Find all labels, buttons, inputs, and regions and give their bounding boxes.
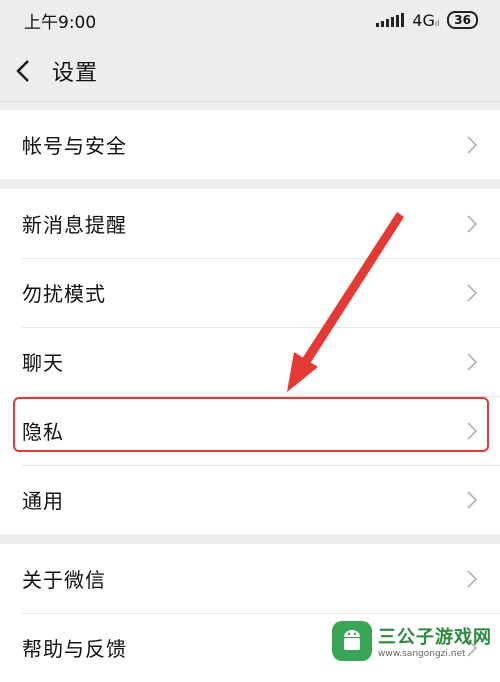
chevron-right-icon (467, 214, 478, 233)
settings-item-chat[interactable]: 聊天 (0, 327, 500, 396)
network-label: 4G (412, 10, 435, 30)
settings-item-label: 聊天 (22, 351, 64, 375)
group-divider (0, 534, 500, 544)
settings-item-label: 通用 (22, 489, 64, 513)
signal-icon (376, 13, 405, 27)
chevron-right-icon (467, 135, 478, 154)
watermark-name: 三公子游戏网 (378, 627, 492, 648)
status-bar: 上午9:00 4Gıl 36 (0, 0, 500, 40)
settings-group-main: 新消息提醒 勿扰模式 聊天 隐私 通用 (0, 189, 500, 534)
android-logo-icon (332, 621, 372, 661)
settings-item-new-message[interactable]: 新消息提醒 (0, 189, 500, 258)
settings-item-label: 关于微信 (22, 568, 106, 592)
chevron-right-icon (467, 490, 478, 509)
watermark: 三公子游戏网 www.sangongzi.net (332, 621, 492, 661)
settings-item-do-not-disturb[interactable]: 勿扰模式 (0, 258, 500, 327)
settings-item-label: 帐号与安全 (22, 134, 127, 158)
settings-item-label: 新消息提醒 (22, 213, 127, 237)
page-title: 设置 (52, 60, 99, 86)
settings-item-label: 隐私 (22, 420, 64, 444)
status-icons: 4Gıl 36 (376, 11, 478, 30)
settings-group-account: 帐号与安全 (0, 110, 500, 179)
watermark-text: 三公子游戏网 www.sangongzi.net (378, 623, 492, 659)
chevron-right-icon (467, 421, 478, 440)
settings-item-privacy[interactable]: 隐私 (0, 396, 500, 465)
chevron-right-icon (467, 569, 478, 588)
settings-group-about: 关于微信 帮助与反馈 (0, 544, 500, 682)
settings-item-label: 勿扰模式 (22, 282, 106, 306)
settings-item-label: 帮助与反馈 (22, 637, 127, 661)
network-sub-icon: ıl (434, 18, 440, 28)
settings-item-account-security[interactable]: 帐号与安全 (0, 110, 500, 179)
battery-icon: 36 (447, 11, 478, 29)
group-divider (0, 179, 500, 189)
settings-item-about-wechat[interactable]: 关于微信 (0, 544, 500, 613)
nav-bar: 设置 (0, 40, 500, 102)
watermark-url: www.sangongzi.net (378, 649, 466, 659)
settings-item-general[interactable]: 通用 (0, 465, 500, 534)
status-time: 上午9:00 (24, 12, 97, 33)
chevron-right-icon (467, 352, 478, 371)
back-arrow-icon[interactable] (16, 57, 38, 85)
chevron-right-icon (467, 283, 478, 302)
network-indicator: 4Gıl (412, 11, 439, 30)
